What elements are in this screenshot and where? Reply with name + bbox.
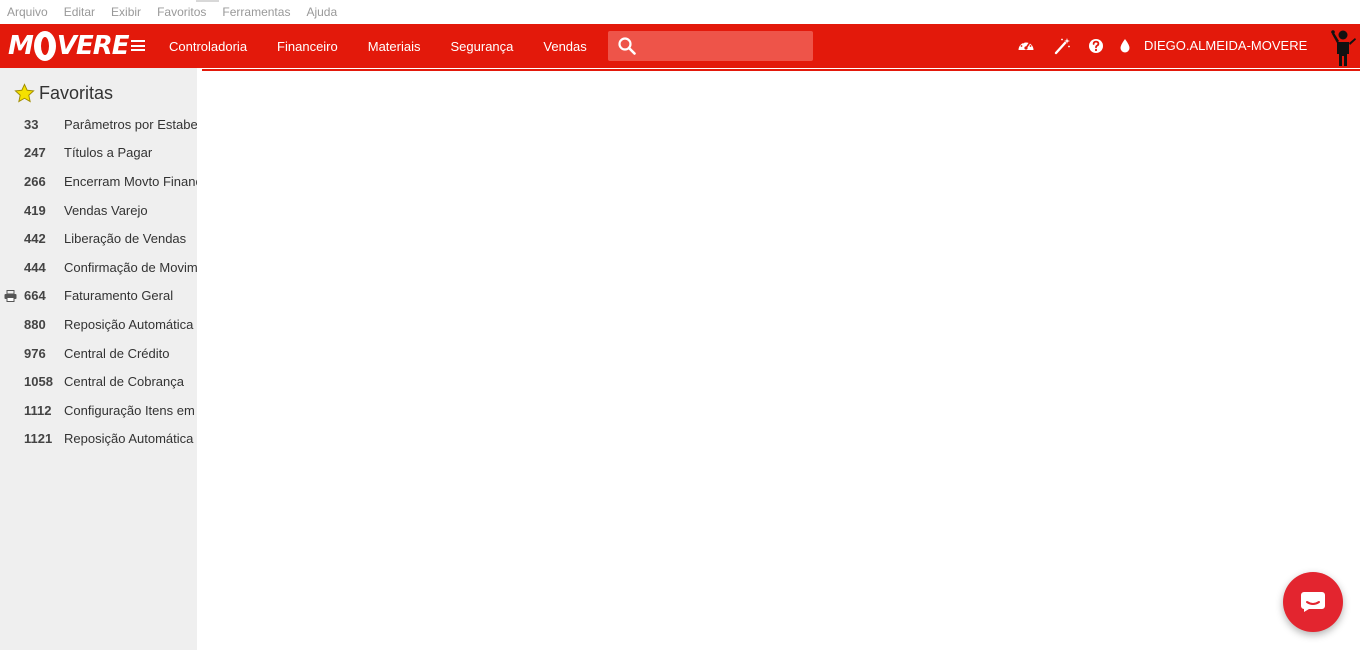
list-item[interactable]: 442 Liberação de Vendas xyxy=(0,224,197,253)
list-item[interactable]: 419 Vendas Varejo xyxy=(0,196,197,225)
item-code: 1058 xyxy=(24,374,53,390)
menu-editar[interactable]: Editar xyxy=(64,5,95,19)
username-label[interactable]: DIEGO.ALMEIDA-MOVERE xyxy=(1144,38,1307,53)
menu-favoritos[interactable]: Favoritos xyxy=(157,5,206,19)
favorites-title: Favoritas xyxy=(39,82,114,103)
item-code: 976 xyxy=(24,345,46,361)
list-item[interactable]: 976 Central de Crédito xyxy=(0,339,197,368)
printer-icon[interactable] xyxy=(4,289,17,302)
item-label: Vendas Varejo xyxy=(64,202,148,218)
nav-seguranca[interactable]: Segurança xyxy=(451,39,514,54)
search-box[interactable] xyxy=(608,31,813,61)
item-code: 266 xyxy=(24,173,46,189)
item-code: 442 xyxy=(24,231,46,247)
item-label: Central de Cobrança xyxy=(64,374,184,390)
magic-wand-icon[interactable] xyxy=(1053,37,1071,55)
browser-menubar: Arquivo Editar Exibir Favoritos Ferramen… xyxy=(0,0,1360,24)
item-label: Faturamento Geral xyxy=(64,288,174,304)
avatar[interactable] xyxy=(1328,26,1358,66)
help-icon[interactable] xyxy=(1087,37,1105,55)
item-code: 1112 xyxy=(24,402,52,418)
list-item[interactable]: 880 Reposição Automática xyxy=(0,310,197,339)
item-label: Configuração Itens em xyxy=(64,402,195,418)
hamburger-menu-icon[interactable] xyxy=(131,40,145,51)
main-nav: Controladoria Financeiro Materiais Segur… xyxy=(169,24,617,68)
list-item[interactable]: 33 Parâmetros por Estabe xyxy=(0,110,197,139)
list-item[interactable]: 1121 Reposição Automática xyxy=(0,425,197,454)
item-label: Reposição Automática xyxy=(64,316,194,332)
star-icon xyxy=(14,82,35,102)
list-item[interactable]: 266 Encerram Movto Financ xyxy=(0,167,197,196)
search-icon xyxy=(618,37,636,55)
movere-logo[interactable]: M VERE xyxy=(8,30,130,62)
item-code: 419 xyxy=(24,202,46,218)
favorites-header: Favoritas xyxy=(14,82,113,104)
list-item[interactable]: 444 Confirmação de Movim xyxy=(0,253,197,282)
list-item[interactable]: 1112 Configuração Itens em xyxy=(0,396,197,425)
nav-financeiro[interactable]: Financeiro xyxy=(277,39,338,54)
search-input[interactable] xyxy=(644,35,808,57)
item-label: Central de Crédito xyxy=(64,345,170,361)
list-item[interactable]: 247 Títulos a Pagar xyxy=(0,139,197,168)
item-code: 664 xyxy=(24,288,46,304)
sidebar: Favoritas 33 Parâmetros por Estabe 247 T… xyxy=(0,68,197,650)
item-code: 247 xyxy=(24,145,46,161)
main-content xyxy=(197,71,1360,650)
chat-icon xyxy=(1301,592,1325,612)
item-label: Reposição Automática xyxy=(64,431,194,447)
nav-materiais[interactable]: Materiais xyxy=(368,39,421,54)
list-item[interactable]: 664 Faturamento Geral xyxy=(0,282,197,311)
item-label: Liberação de Vendas xyxy=(64,231,187,247)
item-code: 1121 xyxy=(24,431,53,447)
item-code: 444 xyxy=(24,259,46,275)
item-label: Encerram Movto Financ xyxy=(64,173,197,189)
menu-arquivo[interactable]: Arquivo xyxy=(7,5,48,19)
chat-button[interactable] xyxy=(1283,572,1343,632)
item-label: Parâmetros por Estabe xyxy=(64,116,197,132)
favorites-list: 33 Parâmetros por Estabe 247 Títulos a P… xyxy=(0,110,197,453)
drop-icon[interactable] xyxy=(1116,37,1134,55)
app-header: M VERE Controladoria Financeiro Materiais… xyxy=(0,24,1360,68)
nav-controladoria[interactable]: Controladoria xyxy=(169,39,247,54)
item-code: 33 xyxy=(24,116,39,132)
menu-ajuda[interactable]: Ajuda xyxy=(306,5,337,19)
menu-ferramentas[interactable]: Ferramentas xyxy=(222,5,290,19)
dashboard-icon[interactable] xyxy=(1017,37,1035,55)
nav-vendas[interactable]: Vendas xyxy=(543,39,586,54)
list-item[interactable]: 1058 Central de Cobrança xyxy=(0,367,197,396)
item-code: 880 xyxy=(24,316,46,332)
tab-indicator xyxy=(196,0,219,2)
item-label: Confirmação de Movim xyxy=(64,259,197,275)
item-label: Títulos a Pagar xyxy=(64,145,153,161)
menu-exibir[interactable]: Exibir xyxy=(111,5,141,19)
